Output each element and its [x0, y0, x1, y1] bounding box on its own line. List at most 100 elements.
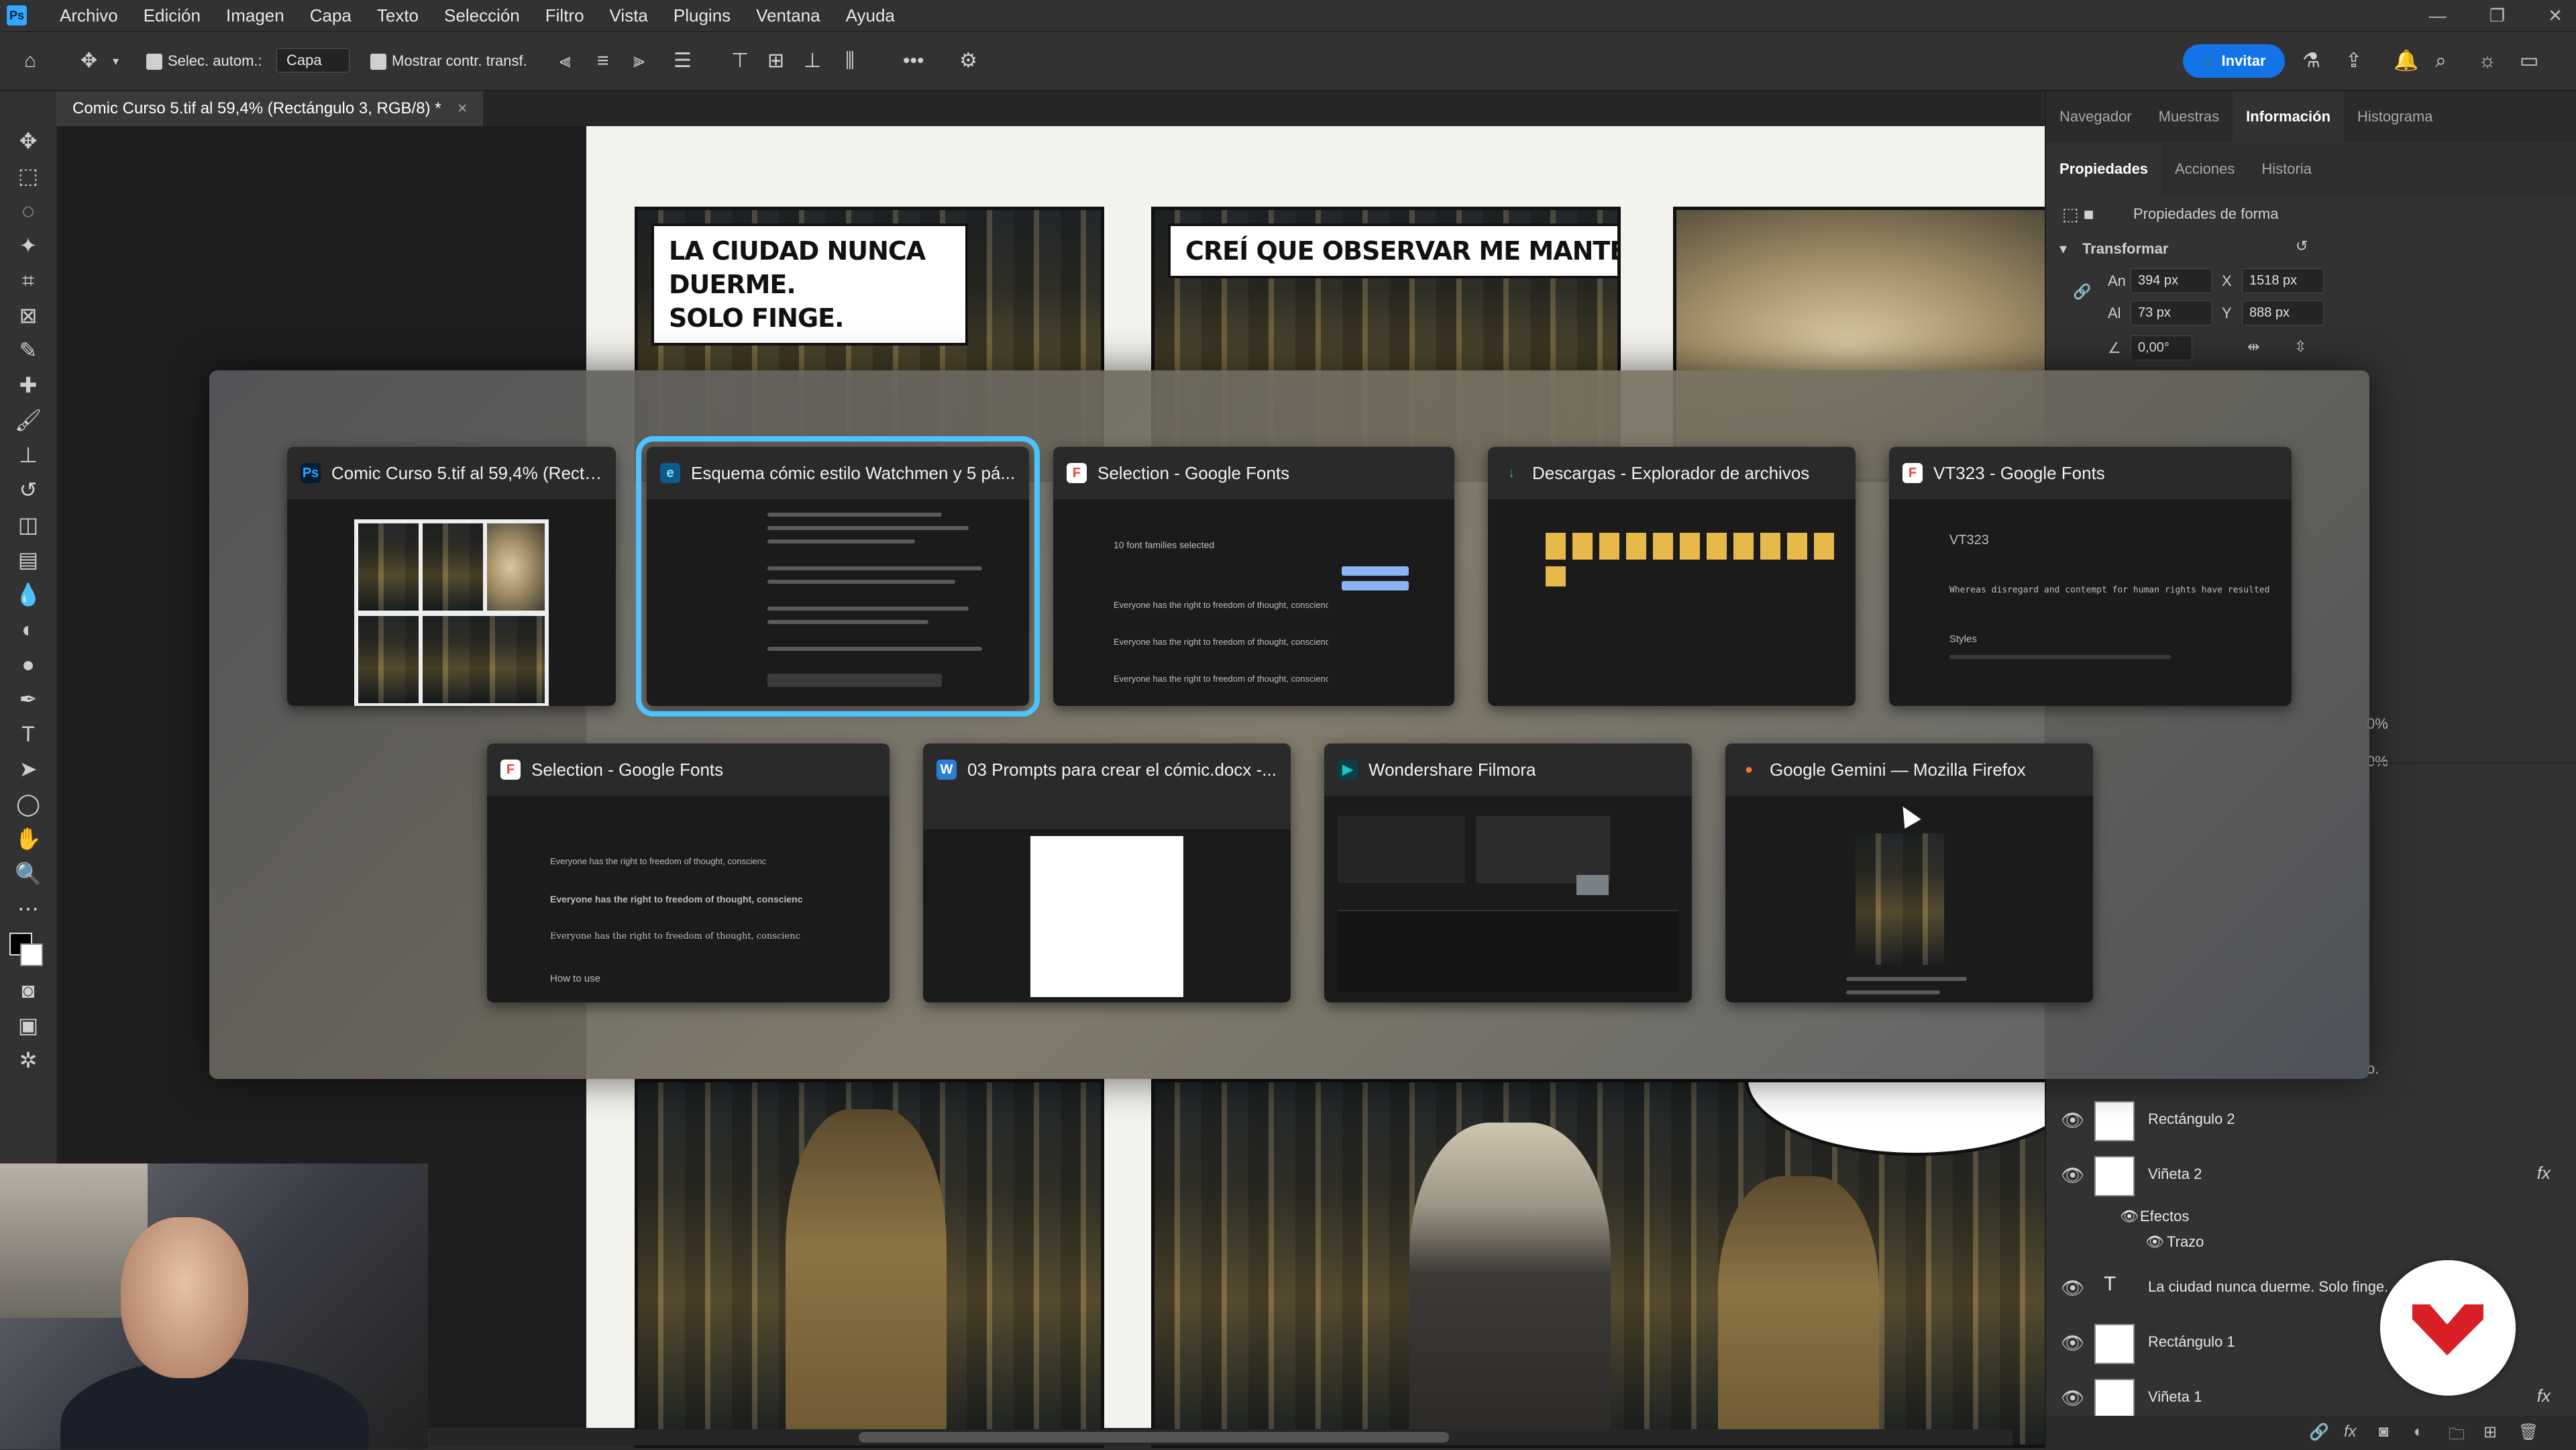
link-icon[interactable]: 🔗 [2073, 283, 2091, 301]
menu-ventana[interactable]: Ventana [743, 0, 833, 31]
sponge-icon[interactable]: ● [0, 647, 56, 682]
menu-texto[interactable]: Texto [364, 0, 431, 31]
eyedropper-icon[interactable]: ✎ [0, 333, 56, 368]
eraser-icon[interactable]: ◫ [0, 507, 56, 542]
photoshop-logo-icon[interactable]: Ps [7, 5, 27, 25]
reset-icon[interactable]: ↺ [2296, 238, 2308, 255]
add-style-icon[interactable]: fx [2344, 1422, 2357, 1441]
frame-tool-icon[interactable]: ⊠ [0, 298, 56, 333]
tab-acciones[interactable]: Acciones [2161, 144, 2248, 195]
window-thumbnail-firefox[interactable]: ● Google Gemini — Mozilla Firefox [1725, 743, 2093, 1002]
magic-wand-icon[interactable]: ✦ [0, 228, 56, 263]
align-middle-icon[interactable]: ⊞ [767, 32, 784, 90]
visibility-eye-icon[interactable]: 👁 [2061, 1387, 2085, 1409]
align-bottom-icon[interactable]: ⊥ [804, 32, 821, 90]
share-icon[interactable]: ⇪ [2345, 32, 2362, 90]
auto-select-dropdown[interactable]: Capa [276, 48, 350, 72]
quick-mask-icon[interactable]: ◙ [0, 973, 56, 1008]
new-layer-icon[interactable]: ⊞ [2483, 1422, 2497, 1442]
brush-tool-icon[interactable]: 🖌 [0, 403, 56, 437]
chevron-down-icon[interactable]: ▾ [113, 32, 119, 90]
gradient-tool-icon[interactable]: ▤ [0, 542, 56, 577]
menu-filtro[interactable]: Filtro [533, 0, 597, 31]
adjustment-layer-icon[interactable]: ◐ [2414, 1422, 2424, 1441]
window-thumbnail-word[interactable]: W 03 Prompts para crear el cómic.docx -.… [923, 743, 1291, 1002]
stamp-tool-icon[interactable]: ⊥ [0, 437, 56, 472]
window-thumbnail-photoshop[interactable]: Ps Comic Curso 5.tif al 59,4% (Rectán... [287, 447, 616, 706]
window-thumbnail-google-fonts[interactable]: F Selection - Google Fonts 10 font famil… [1053, 447, 1454, 706]
settings-gear-icon[interactable]: ⚙ [959, 32, 977, 90]
auto-select-checkbox[interactable] [146, 54, 162, 70]
healing-brush-icon[interactable]: ✚ [0, 368, 56, 403]
visibility-eye-icon[interactable]: 👁 [2061, 1332, 2085, 1354]
tab-histograma[interactable]: Histograma [2344, 91, 2446, 142]
layer-effects-row[interactable]: 👁 Efectos [2046, 1202, 2576, 1229]
layer-effect-row[interactable]: 👁 Trazo [2046, 1229, 2576, 1256]
close-tab-icon[interactable]: × [458, 99, 467, 117]
hand-tool-icon[interactable]: ✋ [0, 821, 56, 856]
invite-button[interactable]: 👤 Invitar [2183, 44, 2285, 78]
flask-icon[interactable]: ⚗ [2302, 32, 2320, 90]
distribute-vertical-icon[interactable]: ⫼ [845, 32, 855, 90]
color-swatches[interactable] [0, 926, 56, 973]
type-tool-icon[interactable]: T [0, 717, 56, 752]
home-icon[interactable]: ⌂ [24, 32, 36, 90]
group-icon[interactable]: 🗀 [2449, 1422, 2465, 1450]
bell-icon[interactable]: 🔔 [2394, 32, 2418, 90]
marquee-tool-icon[interactable]: ⬚ [0, 158, 56, 193]
menu-vista[interactable]: Vista [597, 0, 661, 31]
history-brush-icon[interactable]: ↺ [0, 472, 56, 507]
height-input[interactable]: 73 px [2131, 301, 2212, 325]
dodge-tool-icon[interactable]: ◐ [0, 612, 56, 647]
y-input[interactable]: 888 px [2242, 301, 2324, 325]
x-input[interactable]: 1518 px [2242, 268, 2324, 293]
comic-panel-5[interactable] [1151, 1079, 2110, 1448]
visibility-eye-icon[interactable]: 👁 [2061, 1277, 2085, 1299]
visibility-eye-icon[interactable]: 👁 [2061, 1109, 2085, 1131]
tab-informacion[interactable]: Información [2233, 91, 2345, 142]
brightness-icon[interactable]: ☼ [2478, 32, 2497, 90]
width-input[interactable]: 394 px [2131, 268, 2212, 293]
more-options-icon[interactable]: ••• [903, 32, 924, 90]
tab-muestras[interactable]: Muestras [2145, 91, 2233, 142]
move-tool-icon[interactable]: ✥ [0, 123, 56, 158]
fx-icon[interactable]: fx [2537, 1386, 2551, 1406]
pen-tool-icon[interactable]: ✒ [0, 682, 56, 717]
layer-row[interactable]: 👁 Viñeta 2 fx [2046, 1147, 2576, 1203]
more-tools-icon[interactable]: ⋯ [0, 891, 56, 926]
angle-input[interactable]: 0,00° [2131, 335, 2192, 360]
comic-panel-4[interactable] [635, 1079, 1104, 1448]
lasso-tool-icon[interactable]: ◌ [0, 193, 56, 228]
show-transform-checkbox[interactable] [370, 54, 386, 70]
minimize-icon[interactable]: — [2429, 0, 2447, 31]
align-top-icon[interactable]: ⊤ [731, 32, 749, 90]
horizontal-scrollbar[interactable] [429, 1429, 2012, 1445]
flip-horizontal-icon[interactable]: ⇹ [2247, 338, 2259, 356]
scrollbar-thumb[interactable] [859, 1432, 1449, 1443]
layer-row[interactable]: 👁 Rectángulo 2 [2046, 1092, 2576, 1148]
search-icon[interactable]: ⌕ [2435, 32, 2447, 90]
blur-tool-icon[interactable]: 💧 [0, 577, 56, 612]
edit-toolbar-icon[interactable]: ✲ [0, 1043, 56, 1078]
distribute-icon[interactable]: ☰ [674, 32, 692, 90]
window-thumbnail-explorer[interactable]: ↓ Descargas - Explorador de archivos [1488, 447, 1856, 706]
menu-imagen[interactable]: Imagen [213, 0, 297, 31]
fill-value[interactable]: 0% [2367, 753, 2388, 770]
tab-historia[interactable]: Historia [2248, 144, 2325, 195]
menu-archivo[interactable]: Archivo [47, 0, 131, 31]
align-center-icon[interactable]: ≡ [597, 32, 609, 90]
caption-box-2[interactable]: CREÍ QUE OBSERVAR ME MANTENÍA A SALVO. [1168, 223, 1617, 278]
add-mask-icon[interactable]: ◙ [2379, 1422, 2389, 1441]
move-tool-icon[interactable]: ✥ [80, 32, 97, 90]
menu-seleccion[interactable]: Selección [431, 0, 533, 31]
background-color-swatch[interactable] [20, 943, 43, 966]
caption-box-1[interactable]: LA CIUDAD NUNCA DUERME. SOLO FINGE. [651, 223, 968, 346]
document-tab[interactable]: Comic Curso 5.tif al 59,4% (Rectángulo 3… [56, 91, 484, 126]
ellipse-tool-icon[interactable]: ◯ [0, 786, 56, 821]
restore-icon[interactable]: ❐ [2489, 0, 2505, 31]
window-thumbnail-vt323[interactable]: F VT323 - Google Fonts VT323 Whereas dis… [1889, 447, 2292, 706]
visibility-eye-icon[interactable]: 👁 [2061, 1164, 2085, 1186]
align-right-icon[interactable]: ⫸ [633, 32, 645, 90]
tab-propiedades[interactable]: Propiedades [2046, 144, 2162, 195]
screen-mode-icon[interactable]: ▣ [0, 1008, 56, 1043]
